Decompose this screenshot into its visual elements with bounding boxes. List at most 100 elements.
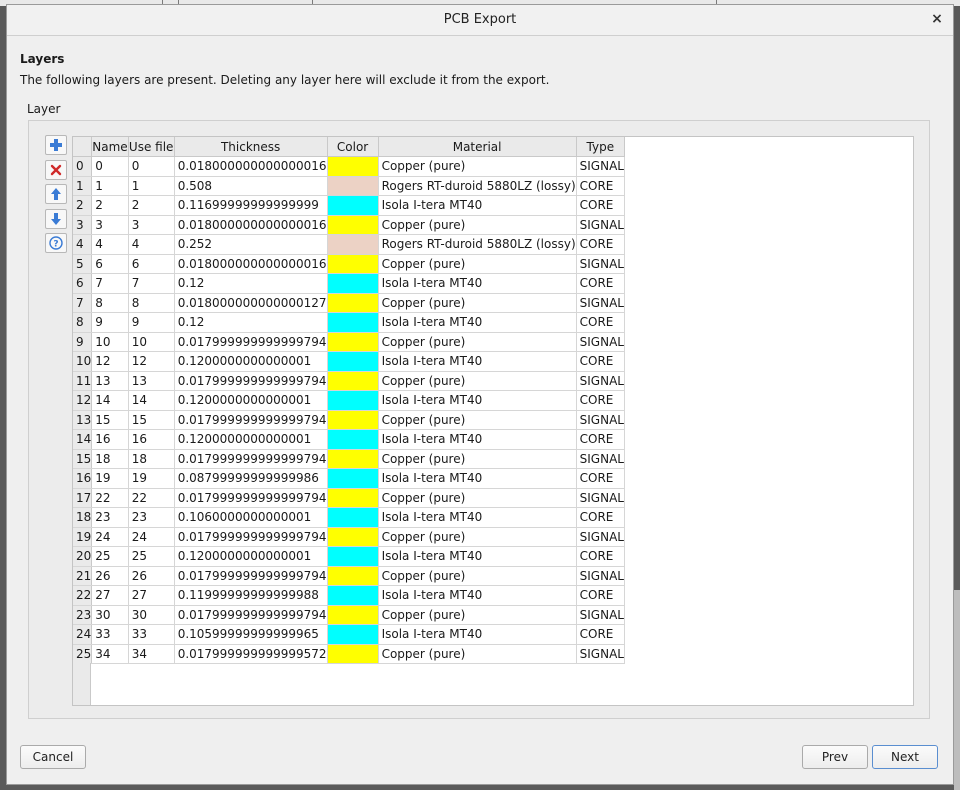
cell-name[interactable]: 3	[91, 215, 129, 235]
table-row[interactable]: 5 6 6 0.018000000000000016 Copper (pure) SIGN…	[73, 254, 625, 274]
delete-layer-button[interactable]	[45, 159, 67, 180]
cell-use-file[interactable]: 1	[128, 176, 175, 196]
cell-thickness[interactable]: 0.1060000000000001	[174, 507, 328, 528]
cell-use-file[interactable]: 25	[128, 546, 175, 567]
cell-name[interactable]: 7	[91, 273, 129, 294]
table-row[interactable]: 15 18 18 0.017999999999999794 Copper (pure) S…	[73, 449, 625, 469]
cell-material[interactable]: Isola I-tera MT40	[378, 273, 577, 294]
cell-thickness[interactable]: 0.1200000000000001	[174, 429, 328, 450]
table-row[interactable]: 18 23 23 0.1060000000000001 Isola I-tera MT4…	[73, 507, 625, 528]
cell-name[interactable]: 34	[91, 644, 129, 664]
row-index[interactable]: 7	[73, 293, 93, 313]
close-button[interactable]: ×	[929, 11, 945, 27]
table-row[interactable]: 16 19 19 0.08799999999999986 Isola I-tera MT…	[73, 468, 625, 489]
row-index[interactable]: 8	[73, 312, 93, 333]
table-row[interactable]: 23 30 30 0.017999999999999794 Copper (pure) S…	[73, 605, 625, 625]
cell-material[interactable]: Isola I-tera MT40	[378, 585, 577, 606]
cell-material[interactable]: Isola I-tera MT40	[378, 390, 577, 411]
cell-thickness[interactable]: 0.017999999999999794	[174, 488, 328, 508]
cell-color[interactable]	[327, 410, 379, 430]
cell-type[interactable]: CORE	[576, 429, 625, 450]
table-row[interactable]: 17 22 22 0.017999999999999794 Copper (pure) S…	[73, 488, 625, 508]
next-button[interactable]: Next	[872, 745, 938, 769]
cell-use-file[interactable]: 18	[128, 449, 175, 469]
cell-material[interactable]: Copper (pure)	[378, 566, 577, 586]
color-swatch[interactable]	[327, 176, 378, 195]
cell-thickness[interactable]: 0.12	[174, 273, 328, 294]
cell-thickness[interactable]: 0.018000000000000016	[174, 254, 328, 274]
table-row[interactable]: 9 10 10 0.017999999999999794 Copper (pure) SI…	[73, 332, 625, 352]
cell-type[interactable]: SIGNAL	[576, 371, 625, 391]
cell-type[interactable]: SIGNAL	[576, 254, 625, 274]
color-swatch[interactable]	[327, 644, 378, 663]
cell-thickness[interactable]: 0.018000000000000016	[174, 156, 328, 177]
table-row[interactable]: 19 24 24 0.017999999999999794 Copper (pure) S…	[73, 527, 625, 547]
cell-type[interactable]: SIGNAL	[576, 488, 625, 508]
cell-use-file[interactable]: 13	[128, 371, 175, 391]
cell-color[interactable]	[327, 176, 379, 196]
cell-material[interactable]: Isola I-tera MT40	[378, 312, 577, 333]
cell-name[interactable]: 4	[91, 234, 129, 255]
cell-color[interactable]	[327, 293, 379, 313]
cell-material[interactable]: Isola I-tera MT40	[378, 468, 577, 489]
cell-type[interactable]: CORE	[576, 624, 625, 645]
row-index[interactable]: 21	[73, 566, 93, 586]
cell-color[interactable]	[327, 546, 379, 567]
color-swatch[interactable]	[327, 391, 378, 410]
color-swatch[interactable]	[327, 566, 378, 585]
cell-use-file[interactable]: 16	[128, 429, 175, 450]
table-row[interactable]: 0 0 0 0.018000000000000016 Copper (pure) SIGN…	[73, 156, 625, 177]
cell-thickness[interactable]: 0.017999999999999794	[174, 371, 328, 391]
cell-material[interactable]: Isola I-tera MT40	[378, 195, 577, 216]
row-index[interactable]: 14	[73, 429, 93, 450]
cell-type[interactable]: CORE	[576, 390, 625, 411]
cell-color[interactable]	[327, 371, 379, 391]
cell-type[interactable]: SIGNAL	[576, 156, 625, 177]
color-swatch[interactable]	[327, 469, 378, 488]
cell-use-file[interactable]: 12	[128, 351, 175, 372]
row-index[interactable]: 13	[73, 410, 93, 430]
cell-use-file[interactable]: 6	[128, 254, 175, 274]
cell-color[interactable]	[327, 605, 379, 625]
row-index[interactable]: 22	[73, 585, 93, 606]
cell-type[interactable]: CORE	[576, 585, 625, 606]
add-layer-button[interactable]	[45, 135, 67, 155]
table-row[interactable]: 7 8 8 0.018000000000000127 Copper (pure) SIGN…	[73, 293, 625, 313]
cell-name[interactable]: 24	[91, 527, 129, 547]
cell-material[interactable]: Copper (pure)	[378, 293, 577, 313]
cell-material[interactable]: Copper (pure)	[378, 371, 577, 391]
column-header-material[interactable]: Material	[378, 137, 577, 157]
cell-use-file[interactable]: 0	[128, 156, 175, 177]
cell-material[interactable]: Copper (pure)	[378, 644, 577, 664]
table-row[interactable]: 10 12 12 0.1200000000000001 Isola I-tera MT4…	[73, 351, 625, 372]
cell-type[interactable]: SIGNAL	[576, 449, 625, 469]
color-swatch[interactable]	[327, 625, 378, 644]
move-up-button[interactable]	[45, 184, 67, 204]
table-row[interactable]: 2 2 2 0.11699999999999999 Isola I-tera MT40 C…	[73, 195, 625, 216]
cell-name[interactable]: 1	[91, 176, 129, 196]
cell-use-file[interactable]: 3	[128, 215, 175, 235]
table-row[interactable]: 14 16 16 0.1200000000000001 Isola I-tera MT4…	[73, 429, 625, 450]
color-swatch[interactable]	[327, 235, 378, 254]
cell-use-file[interactable]: 22	[128, 488, 175, 508]
cell-color[interactable]	[327, 585, 379, 606]
cell-thickness[interactable]: 0.017999999999999794	[174, 527, 328, 547]
color-swatch[interactable]	[327, 586, 378, 605]
color-swatch[interactable]	[327, 508, 378, 527]
cell-material[interactable]: Copper (pure)	[378, 527, 577, 547]
cell-name[interactable]: 27	[91, 585, 129, 606]
cell-material[interactable]: Rogers RT-duroid 5880LZ (lossy)	[378, 234, 577, 255]
color-swatch[interactable]	[327, 215, 378, 234]
cell-name[interactable]: 16	[91, 429, 129, 450]
cell-type[interactable]: CORE	[576, 176, 625, 196]
cell-thickness[interactable]: 0.1200000000000001	[174, 546, 328, 567]
column-header-type[interactable]: Type	[576, 137, 625, 157]
row-index[interactable]: 20	[73, 546, 93, 567]
cell-color[interactable]	[327, 215, 379, 235]
cell-thickness[interactable]: 0.017999999999999794	[174, 566, 328, 586]
cell-color[interactable]	[327, 273, 379, 294]
cell-use-file[interactable]: 27	[128, 585, 175, 606]
table-row[interactable]: 8 9 9 0.12 Isola I-tera MT40 CORE	[73, 312, 625, 333]
cell-type[interactable]: SIGNAL	[576, 644, 625, 664]
cell-color[interactable]	[327, 332, 379, 352]
